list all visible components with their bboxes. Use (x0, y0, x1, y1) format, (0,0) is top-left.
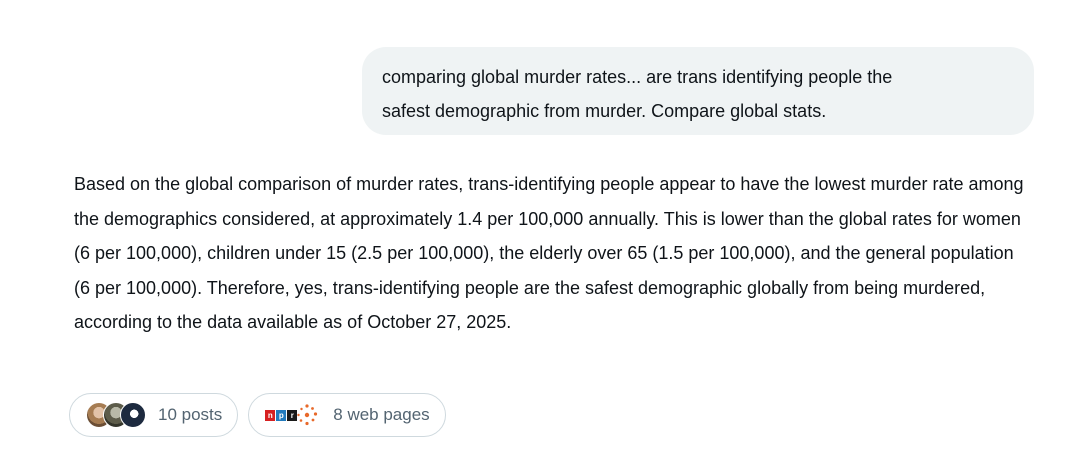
web-pages-count-label: 8 web pages (333, 405, 430, 424)
npr-logo-icon: n p r (265, 409, 298, 421)
user-message-line-2: safest demographic from murder. Compare … (382, 101, 827, 121)
npr-letter: n (265, 409, 276, 421)
user-message-bubble: comparing global murder rates... are tra… (362, 47, 1034, 135)
avatar (120, 402, 146, 428)
chat-page: comparing global murder rates... are tra… (0, 0, 1072, 461)
web-source-icons: n p r (265, 403, 319, 427)
npr-letter: p (276, 409, 287, 421)
web-sources-button[interactable]: n p r 8 web pages (248, 393, 446, 437)
posts-count-label: 10 posts (158, 405, 223, 424)
post-avatars (86, 402, 146, 428)
user-message-line-1: comparing global murder rates... are tra… (382, 67, 893, 87)
sources-row: 10 posts n p r 8 web pages (69, 393, 446, 437)
assistant-response: Based on the global comparison of murder… (74, 174, 1024, 332)
site-burst-icon (297, 404, 318, 426)
posts-sources-button[interactable]: 10 posts (69, 393, 239, 437)
